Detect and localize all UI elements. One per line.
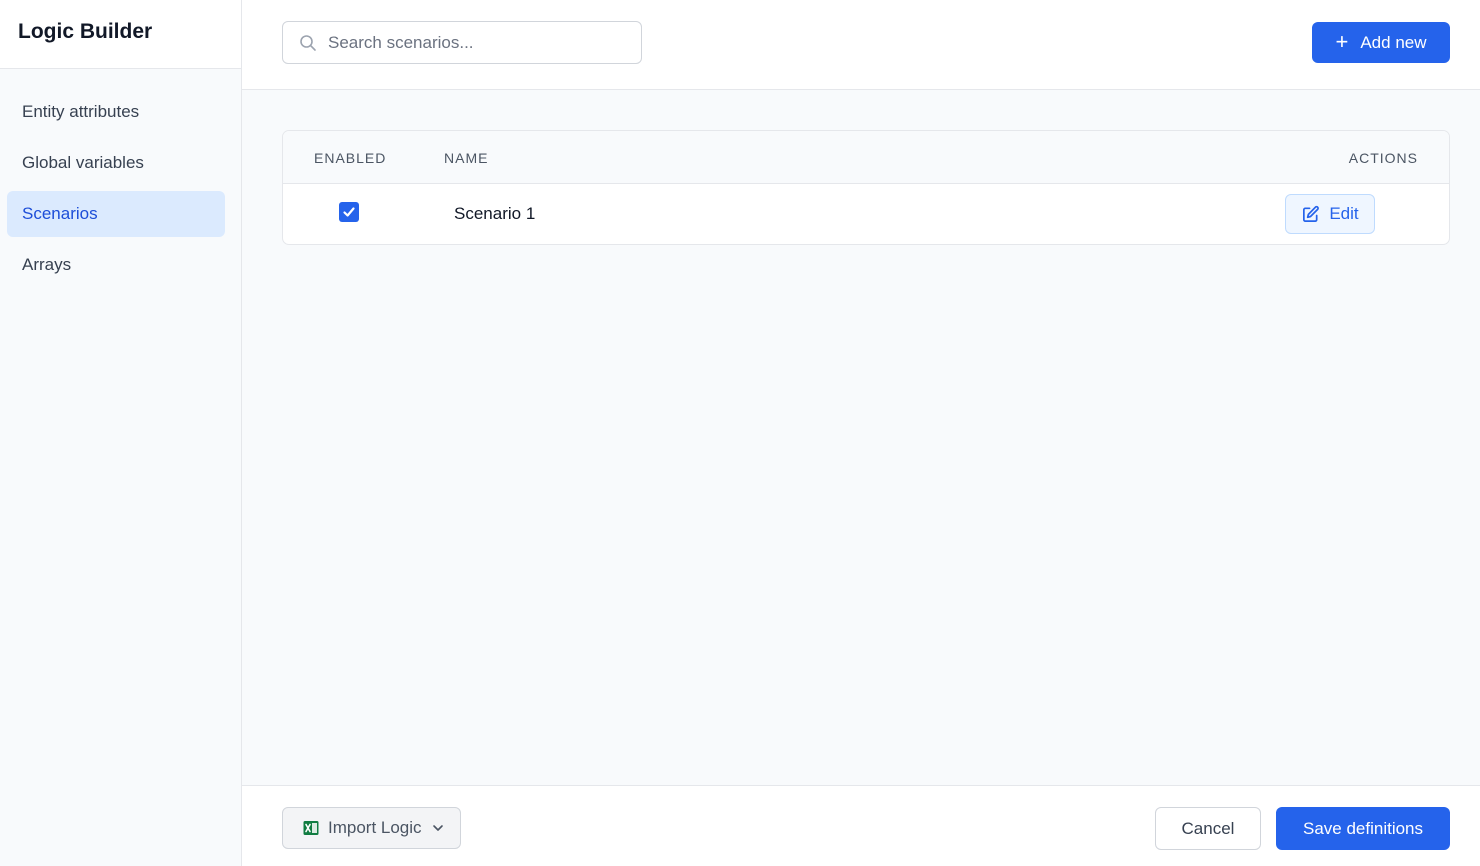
chevron-down-icon xyxy=(432,822,444,834)
column-header-actions: ACTIONS xyxy=(1348,150,1418,166)
sidebar-item-entity-attributes[interactable]: Entity attributes xyxy=(7,89,225,135)
table-row: Scenario 1 Edit xyxy=(283,184,1449,244)
search-icon xyxy=(298,33,318,53)
column-header-enabled: ENABLED xyxy=(314,150,387,166)
app-title: Logic Builder xyxy=(18,20,153,43)
save-definitions-button[interactable]: Save definitions xyxy=(1276,807,1450,850)
pencil-square-icon xyxy=(1301,205,1320,224)
checkmark-icon xyxy=(343,207,355,217)
search-input[interactable] xyxy=(328,32,628,53)
import-logic-label: Import Logic xyxy=(328,818,422,837)
edit-button[interactable]: Edit xyxy=(1285,194,1375,234)
sidebar-item-arrays[interactable]: Arrays xyxy=(7,242,225,288)
search-box[interactable] xyxy=(282,21,642,64)
scenarios-table: ENABLED NAME ACTIONS Scenario 1 Edit xyxy=(282,130,1450,245)
sidebar: Logic Builder Entity attributes Global v… xyxy=(0,0,242,866)
main-content: + Add new ENABLED NAME ACTIONS Scenario … xyxy=(242,0,1480,866)
excel-icon xyxy=(303,820,319,836)
cancel-button[interactable]: Cancel xyxy=(1155,807,1261,850)
footer-bar: Import Logic Cancel Save definitions xyxy=(242,785,1480,866)
sidebar-nav: Entity attributes Global variables Scena… xyxy=(0,69,241,288)
table-header: ENABLED NAME ACTIONS xyxy=(283,131,1449,184)
edit-label: Edit xyxy=(1329,204,1359,223)
top-toolbar: + Add new xyxy=(242,0,1480,90)
add-new-button[interactable]: + Add new xyxy=(1312,22,1450,63)
plus-icon: + xyxy=(1335,28,1349,54)
sidebar-item-scenarios[interactable]: Scenarios xyxy=(7,191,225,237)
scenario-name: Scenario 1 xyxy=(454,204,536,223)
add-new-label: Add new xyxy=(1360,32,1427,52)
column-header-name: NAME xyxy=(444,150,489,166)
sidebar-header: Logic Builder xyxy=(0,0,241,69)
sidebar-item-global-variables[interactable]: Global variables xyxy=(7,140,225,186)
import-logic-button[interactable]: Import Logic xyxy=(282,807,461,849)
enabled-checkbox[interactable] xyxy=(339,202,359,222)
